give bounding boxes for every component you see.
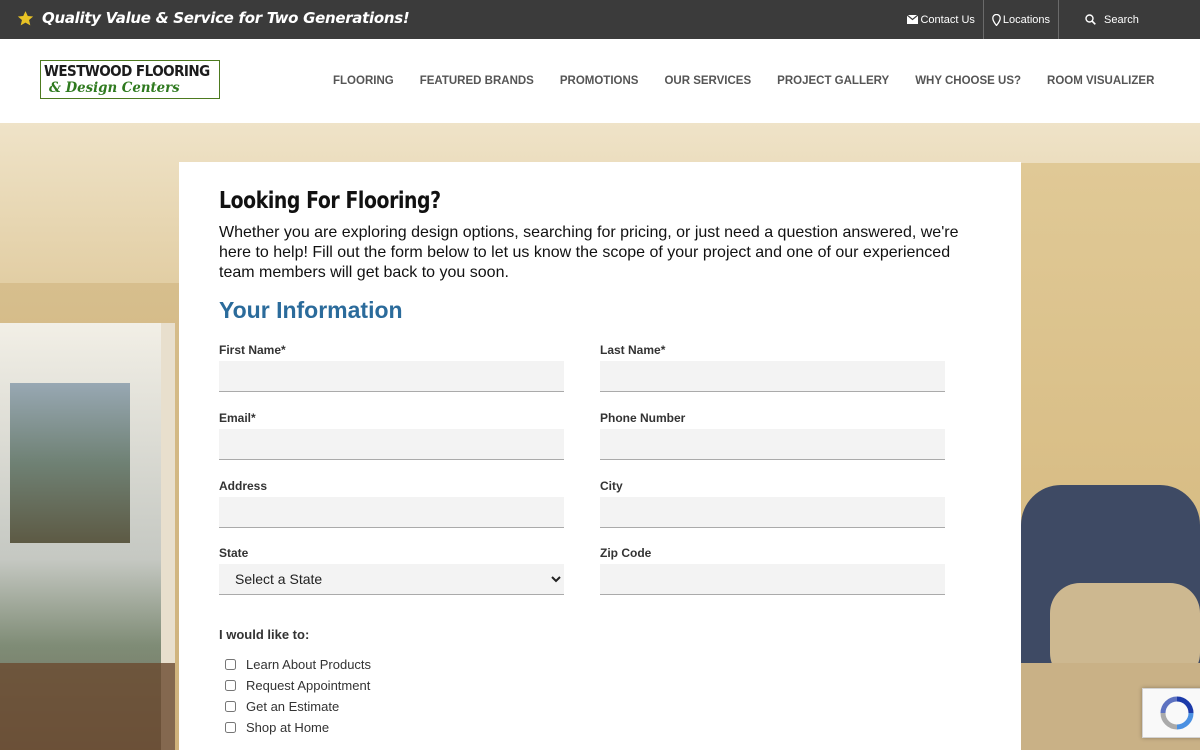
get-estimate-checkbox[interactable] bbox=[225, 701, 236, 712]
recaptcha-icon bbox=[1160, 696, 1194, 730]
state-select[interactable]: Select a State bbox=[219, 564, 564, 595]
email-field-group: Email* bbox=[219, 411, 564, 460]
form-intro: Whether you are exploring design options… bbox=[219, 224, 959, 281]
phone-field-group: Phone Number bbox=[600, 411, 945, 460]
request-appointment-label[interactable]: Request Appointment bbox=[246, 678, 370, 693]
option-row: Get an Estimate bbox=[225, 696, 371, 717]
nav-item-project-gallery[interactable]: PROJECT GALLERY bbox=[777, 75, 889, 87]
first-name-input[interactable] bbox=[219, 361, 564, 392]
learn-about-products-label[interactable]: Learn About Products bbox=[246, 657, 371, 672]
contact-form-card: Looking For Flooring? Whether you are ex… bbox=[179, 162, 1021, 750]
address-field-group: Address bbox=[219, 479, 564, 528]
hero-chair bbox=[0, 663, 175, 750]
city-label: City bbox=[600, 479, 623, 493]
top-bar: Quality Value & Service for Two Generati… bbox=[0, 0, 1200, 39]
city-input[interactable] bbox=[600, 497, 945, 528]
last-name-label: Last Name* bbox=[600, 343, 666, 357]
top-links: Contact Us Locations Search bbox=[899, 0, 1200, 39]
get-estimate-label[interactable]: Get an Estimate bbox=[246, 699, 339, 714]
hero-window-view bbox=[10, 383, 130, 543]
nav-item-our-services[interactable]: OUR SERVICES bbox=[664, 75, 751, 87]
first-name-field-group: First Name* bbox=[219, 343, 564, 392]
phone-input[interactable] bbox=[600, 429, 945, 460]
option-row: Learn About Products bbox=[225, 654, 371, 675]
envelope-icon bbox=[907, 15, 919, 24]
shop-at-home-label[interactable]: Shop at Home bbox=[246, 720, 329, 735]
section-title: Your Information bbox=[219, 297, 403, 323]
tagline: Quality Value & Service for Two Generati… bbox=[17, 9, 410, 27]
form-title: Looking For Flooring? bbox=[219, 188, 441, 214]
wish-title: I would like to: bbox=[219, 627, 310, 642]
nav-item-room-visualizer[interactable]: ROOM VISUALIZER bbox=[1047, 75, 1154, 87]
tagline-text: Quality Value & Service for Two Generati… bbox=[42, 9, 410, 27]
search-link[interactable]: Search bbox=[1058, 0, 1200, 39]
state-label: State bbox=[219, 546, 249, 560]
address-input[interactable] bbox=[219, 497, 564, 528]
nav-item-flooring[interactable]: FLOORING bbox=[333, 75, 394, 87]
request-appointment-checkbox[interactable] bbox=[225, 680, 236, 691]
last-name-input[interactable] bbox=[600, 361, 945, 392]
logo-wordmark: WESTWOOD FLOORING bbox=[44, 62, 210, 80]
email-label: Email* bbox=[219, 411, 256, 425]
option-row: Shop at Home bbox=[225, 717, 371, 738]
first-name-label: First Name* bbox=[219, 343, 286, 357]
star-icon bbox=[17, 10, 34, 25]
nav-item-featured-brands[interactable]: FEATURED BRANDS bbox=[420, 75, 534, 87]
learn-about-products-checkbox[interactable] bbox=[225, 659, 236, 670]
site-logo[interactable]: WESTWOOD FLOORING & Design Centers bbox=[40, 60, 220, 99]
options-checklist: Learn About Products Request Appointment… bbox=[225, 654, 371, 738]
zip-input[interactable] bbox=[600, 564, 945, 595]
logo-subtitle: & Design Centers bbox=[49, 80, 180, 96]
contact-us-link[interactable]: Contact Us bbox=[899, 0, 982, 39]
address-label: Address bbox=[219, 479, 268, 493]
zip-field-group: Zip Code bbox=[600, 546, 945, 595]
search-icon bbox=[1085, 14, 1096, 25]
map-pin-icon bbox=[992, 13, 1001, 26]
locations-link[interactable]: Locations bbox=[982, 0, 1058, 39]
nav-item-why-choose-us[interactable]: WHY CHOOSE US? bbox=[915, 75, 1021, 87]
zip-label: Zip Code bbox=[600, 546, 652, 560]
state-field-group: State Select a State bbox=[219, 546, 564, 595]
option-row: Request Appointment bbox=[225, 675, 371, 696]
city-field-group: City bbox=[600, 479, 945, 528]
last-name-field-group: Last Name* bbox=[600, 343, 945, 392]
shop-at-home-checkbox[interactable] bbox=[225, 722, 236, 733]
contact-us-label: Contact Us bbox=[920, 13, 975, 26]
site-header: WESTWOOD FLOORING & Design Centers FLOOR… bbox=[0, 39, 1200, 123]
recaptcha-badge[interactable] bbox=[1142, 688, 1200, 738]
main-nav: FLOORING FEATURED BRANDS PROMOTIONS OUR … bbox=[320, 39, 1167, 123]
email-input[interactable] bbox=[219, 429, 564, 460]
search-label: Search bbox=[1104, 13, 1139, 26]
nav-item-promotions[interactable]: PROMOTIONS bbox=[560, 75, 639, 87]
locations-label: Locations bbox=[1002, 13, 1050, 26]
phone-label: Phone Number bbox=[600, 411, 686, 425]
